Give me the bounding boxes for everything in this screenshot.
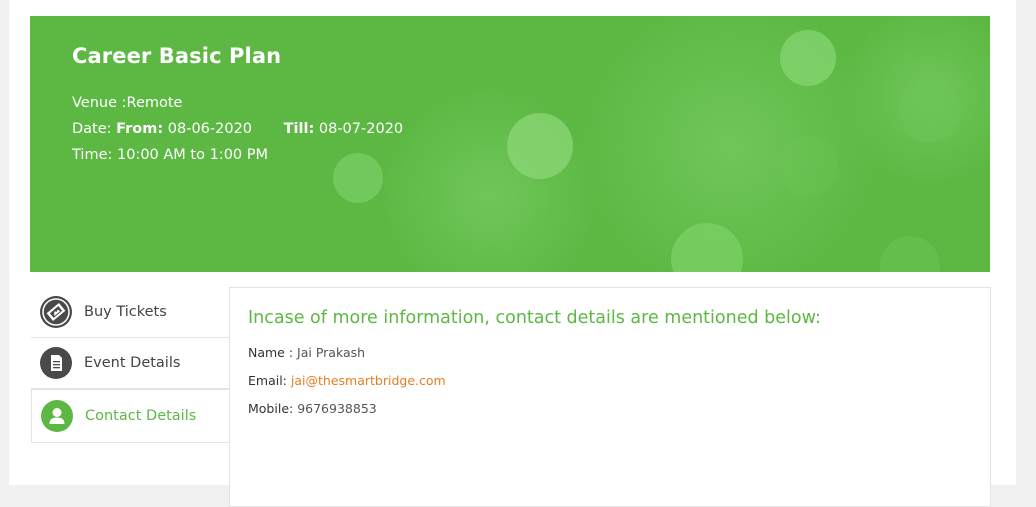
contact-mobile: Mobile: 9676938853 bbox=[248, 401, 377, 416]
email-label: Email: bbox=[248, 373, 287, 388]
tab-label: Event Details bbox=[84, 355, 181, 371]
event-time: Time: 10:00 AM to 1:00 PM bbox=[72, 142, 403, 168]
from-label: From: bbox=[116, 121, 164, 137]
event-banner: Career Basic Plan Venue :Remote Date: Fr… bbox=[30, 16, 990, 272]
date-label: Date: bbox=[72, 121, 112, 137]
contact-heading: Incase of more information, contact deta… bbox=[248, 308, 821, 328]
time-value: 10:00 AM to 1:00 PM bbox=[116, 147, 269, 163]
till-label: Till: bbox=[283, 121, 315, 137]
email-link[interactable]: jai@thesmartbridge.com bbox=[291, 373, 446, 388]
contact-name: Name : Jai Prakash bbox=[248, 345, 365, 360]
event-tabs: Buy Tickets Event Details Contact Detail… bbox=[31, 287, 229, 443]
name-label: Name : bbox=[248, 345, 294, 360]
venue-value: Remote bbox=[126, 95, 183, 111]
time-label: Time: bbox=[72, 147, 113, 163]
mobile-label: Mobile: bbox=[248, 401, 294, 416]
ticket-icon bbox=[40, 296, 72, 328]
venue-label: Venue : bbox=[72, 95, 127, 111]
event-date: Date: From: 08-06-2020 Till: 08-07-2020 bbox=[72, 116, 403, 142]
mobile-value: 9676938853 bbox=[297, 401, 377, 416]
tab-contact-details[interactable]: Contact Details bbox=[31, 389, 229, 443]
contact-details-panel: Incase of more information, contact deta… bbox=[229, 287, 991, 507]
user-icon bbox=[41, 400, 73, 432]
tab-label: Buy Tickets bbox=[84, 304, 167, 320]
tab-label: Contact Details bbox=[85, 408, 197, 424]
event-venue: Venue :Remote bbox=[72, 90, 403, 116]
event-info: Career Basic Plan Venue :Remote Date: Fr… bbox=[72, 44, 403, 168]
tab-event-details[interactable]: Event Details bbox=[31, 338, 229, 389]
name-value: Jai Prakash bbox=[297, 345, 366, 360]
document-icon bbox=[40, 347, 72, 379]
page-container: Career Basic Plan Venue :Remote Date: Fr… bbox=[9, 0, 1016, 507]
from-value: 08-06-2020 bbox=[167, 121, 253, 137]
till-group: Till: 08-07-2020 bbox=[284, 121, 404, 137]
till-value: 08-07-2020 bbox=[318, 121, 404, 137]
contact-email: Email: jai@thesmartbridge.com bbox=[248, 373, 446, 388]
event-title: Career Basic Plan bbox=[72, 44, 282, 68]
tab-buy-tickets[interactable]: Buy Tickets bbox=[31, 287, 229, 338]
